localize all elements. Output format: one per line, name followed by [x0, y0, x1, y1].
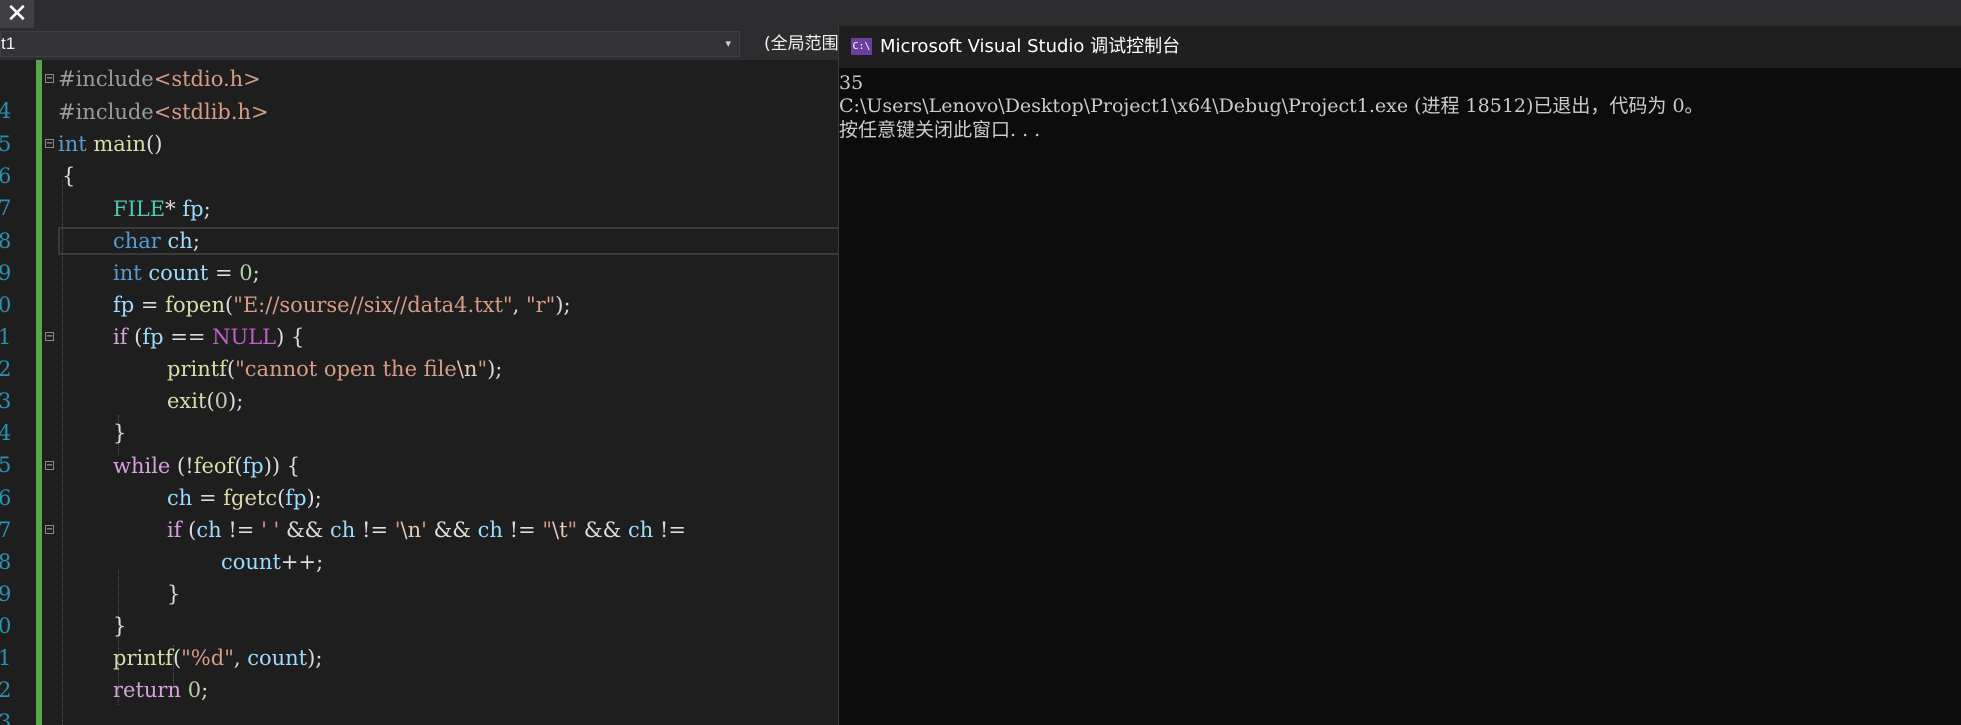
- fold-icon[interactable]: −: [45, 461, 54, 471]
- console-title-bar[interactable]: C:\ Microsoft Visual Studio 调试控制台: [839, 26, 1961, 68]
- code-line: 1 }: [0, 610, 840, 670]
- console-output-line: 35: [839, 72, 864, 94]
- code-line: 0 int count = 0;: [0, 257, 840, 317]
- console-title: Microsoft Visual Studio 调试控制台: [880, 36, 1181, 57]
- code-line: 5 #include<stdlib.h>: [0, 96, 840, 156]
- code-line: 0 }: [0, 578, 840, 638]
- code-line: 6 − while (!feof(fp)) {: [0, 450, 840, 510]
- code-line: 8 − if (ch != ' ' && ch != '\n' && ch !=…: [0, 514, 840, 574]
- fold-icon[interactable]: −: [45, 74, 54, 84]
- debug-console-window[interactable]: C:\ Microsoft Visual Studio 调试控制台 35 C:\…: [838, 26, 1961, 725]
- fold-icon[interactable]: −: [45, 139, 54, 149]
- code-line: 9 char ch;: [0, 225, 840, 285]
- code-line: 1 fp = fopen("E://sourse//six//data4.txt…: [0, 289, 840, 349]
- top-tab-strip: ✕: [0, 0, 1961, 28]
- code-line: 2 − if (fp == NULL) {: [0, 321, 840, 381]
- code-line: 8 FILE* fp;: [0, 193, 840, 253]
- line-number: 3: [0, 710, 12, 725]
- code-line: 3 printf("cannot open the file\n");: [0, 353, 840, 413]
- code-line: 7 {: [0, 160, 840, 220]
- code-line: 6 − int main(): [0, 128, 840, 188]
- console-output-line: 按任意键关闭此窗口. . .: [839, 119, 1041, 141]
- close-icon[interactable]: ✕: [0, 0, 34, 28]
- project-dropdown[interactable]: t1 ▾: [0, 31, 740, 57]
- fold-icon[interactable]: −: [45, 525, 54, 535]
- code-line: 4 − #include<stdio.h>: [0, 63, 840, 123]
- code-line: 3 return 0;: [0, 674, 840, 725]
- code-line: 5 }: [0, 417, 840, 477]
- code-line: 7 ch = fgetc(fp);: [0, 482, 840, 542]
- dropdown-arrow-icon: ▾: [725, 38, 731, 50]
- code-line: 4 exit(0);: [0, 385, 840, 445]
- console-app-icon: C:\: [851, 38, 872, 55]
- console-output-line: C:\Users\Lenovo\Desktop\Project1\x64\Deb…: [839, 95, 1704, 117]
- project-dropdown-label: t1: [1, 34, 16, 53]
- code-line: 9 count++;: [0, 546, 840, 606]
- code-editor[interactable]: 4 − #include<stdio.h> 5 #include<stdlib.…: [0, 60, 840, 725]
- fold-icon[interactable]: −: [45, 332, 54, 342]
- code-line: 2 printf("%d", count);: [0, 642, 840, 702]
